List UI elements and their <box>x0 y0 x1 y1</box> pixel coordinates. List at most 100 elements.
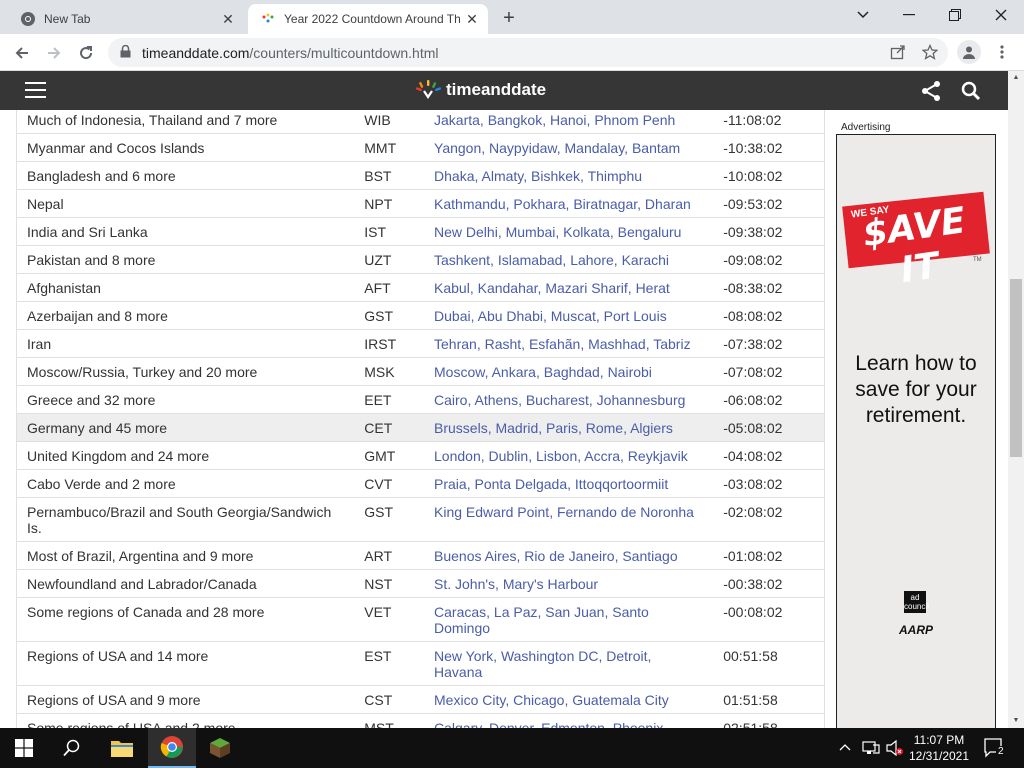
url-domain: timeanddate.com <box>142 44 250 61</box>
notification-center-icon[interactable]: 2 <box>984 738 1006 761</box>
tab-search-icon[interactable] <box>840 0 886 30</box>
cities-link-cell[interactable]: Kabul, Kandahar, Mazari Sharif, Herat <box>424 273 714 302</box>
countdown-cell: -08:08:02 <box>713 301 825 330</box>
table-row: Pernambuco/Brazil and South Georgia/Sand… <box>16 497 825 542</box>
cities-link-cell[interactable]: St. John's, Mary's Harbour <box>424 569 714 598</box>
cities-link-cell[interactable]: Jakarta, Bangkok, Hanoi, Phnom Penh <box>424 110 714 134</box>
timezone-abbr-cell[interactable]: MSK <box>354 357 425 386</box>
countdown-cell: -10:08:02 <box>713 161 825 190</box>
close-tab-icon[interactable]: ✕ <box>462 9 482 29</box>
timezone-abbr-cell[interactable]: NST <box>354 569 425 598</box>
cities-link-cell[interactable]: Caracas, La Paz, San Juan, Santo Domingo <box>424 597 714 642</box>
timezone-abbr-cell[interactable]: IST <box>354 217 425 246</box>
file-explorer-icon[interactable] <box>98 728 146 768</box>
aarp-logo: AARP <box>898 623 933 637</box>
table-row: Pakistan and 8 more UZT Tashkent, Islamaba… <box>16 245 825 274</box>
table-row: Some regions of Canada and 28 more VET Car… <box>16 597 825 642</box>
timezone-abbr-cell[interactable]: MST <box>354 713 425 728</box>
address-bar[interactable]: timeanddate.com/counters/multicountdown.… <box>108 38 948 67</box>
page-content: Much of Indonesia, Thailand and 7 more WI… <box>0 110 1008 728</box>
back-button[interactable] <box>8 39 36 67</box>
cities-link-cell[interactable]: Tashkent, Islamabad, Lahore, Karachi <box>424 245 714 274</box>
browser-toolbar: timeanddate.com/counters/multicountdown.… <box>0 34 1024 71</box>
windows-start-icon[interactable] <box>0 728 48 768</box>
taskbar-clock[interactable]: 11:07 PM 12/31/2021 <box>908 732 970 764</box>
scroll-down-icon[interactable]: ▼ <box>1008 714 1024 728</box>
cities-link-cell[interactable]: Tehran, Rasht, Esfahãn, Mashhad, Tabriz <box>424 329 714 358</box>
table-row: Moscow/Russia, Turkey and 20 more MSK Mosc… <box>16 357 825 386</box>
minimize-button[interactable] <box>886 0 932 30</box>
timezone-abbr-cell[interactable]: NPT <box>354 189 425 218</box>
share-icon[interactable] <box>919 79 943 103</box>
cities-link-cell[interactable]: Buenos Aires, Rio de Janeiro, Santiago <box>424 541 714 570</box>
cities-link-cell[interactable]: Brussels, Madrid, Paris, Rome, Algiers <box>424 413 714 442</box>
countdown-cell: -09:53:02 <box>713 189 825 218</box>
chrome-icon <box>20 11 36 27</box>
close-tab-icon[interactable]: ✕ <box>218 9 238 29</box>
countdown-cell: -05:08:02 <box>713 413 825 442</box>
timezone-abbr-cell[interactable]: GST <box>354 497 425 542</box>
cities-link-cell[interactable]: London, Dublin, Lisbon, Accra, Reykjavik <box>424 441 714 470</box>
cities-link-cell[interactable]: Cairo, Athens, Bucharest, Johannesburg <box>424 385 714 414</box>
scroll-up-icon[interactable]: ▲ <box>1008 71 1024 85</box>
search-icon[interactable] <box>48 728 96 768</box>
volume-muted-icon[interactable] <box>886 739 904 759</box>
chrome-taskbar-icon[interactable] <box>148 728 196 768</box>
timezone-abbr-cell[interactable]: CET <box>354 413 425 442</box>
minecraft-icon[interactable] <box>196 728 244 768</box>
cities-link-cell[interactable]: Calgary, Denver, Edmonton, Phoenix <box>424 713 714 728</box>
timezone-abbr-cell[interactable]: VET <box>354 597 425 642</box>
table-row: Bangladesh and 6 more BST Dhaka, Almaty, B… <box>16 161 825 190</box>
profile-avatar-icon[interactable] <box>957 40 981 64</box>
timezone-abbr-cell[interactable]: GST <box>354 301 425 330</box>
timezone-abbr-cell[interactable]: AFT <box>354 273 425 302</box>
hamburger-menu-icon[interactable] <box>25 82 46 98</box>
timezone-abbr-cell[interactable]: CST <box>354 685 425 714</box>
timezone-abbr-cell[interactable]: BST <box>354 161 425 190</box>
countdown-cell: 01:51:58 <box>713 685 825 714</box>
timezone-abbr-cell[interactable]: MMT <box>354 133 425 162</box>
region-cell: Myanmar and Cocos Islands <box>16 133 355 162</box>
cities-link-cell[interactable]: Moscow, Ankara, Baghdad, Nairobi <box>424 357 714 386</box>
page-scrollbar[interactable]: ▲ ▼ <box>1008 71 1024 728</box>
cities-link-cell[interactable]: King Edward Point, Fernando de Noronha <box>424 497 714 542</box>
timezone-abbr-cell[interactable]: CVT <box>354 469 425 498</box>
timezone-abbr-cell[interactable]: EET <box>354 385 425 414</box>
cities-link-cell[interactable]: Dhaka, Almaty, Bishkek, Thimphu <box>424 161 714 190</box>
timezone-abbr-cell[interactable]: UZT <box>354 245 425 274</box>
clock-time: 11:07 PM <box>913 733 965 747</box>
forward-button[interactable] <box>40 39 68 67</box>
timezone-abbr-cell[interactable]: WIB <box>354 110 425 134</box>
notification-count: 2 <box>996 746 1006 757</box>
tab-countdown[interactable]: Year 2022 Countdown Around Th ✕ <box>248 4 488 34</box>
share-icon[interactable] <box>886 40 910 64</box>
countdown-cell: -09:08:02 <box>713 245 825 274</box>
cities-link-cell[interactable]: New Delhi, Mumbai, Kolkata, Bengaluru <box>424 217 714 246</box>
cities-link-cell[interactable]: New York, Washington DC, Detroit, Havana <box>424 641 714 686</box>
cities-link-cell[interactable]: Yangon, Naypyidaw, Mandalay, Bantam <box>424 133 714 162</box>
search-icon[interactable] <box>959 79 983 103</box>
cities-link-cell[interactable]: Dubai, Abu Dhabi, Muscat, Port Louis <box>424 301 714 330</box>
cities-link-cell[interactable]: Praia, Ponta Delgada, Ittoqqortoormiit <box>424 469 714 498</box>
timezone-abbr-cell[interactable]: ART <box>354 541 425 570</box>
new-tab-button[interactable]: + <box>497 6 521 30</box>
bookmark-star-icon[interactable] <box>918 40 942 64</box>
table-row: Much of Indonesia, Thailand and 7 more WI… <box>16 110 825 134</box>
cities-link-cell[interactable]: Kathmandu, Pokhara, Biratnagar, Dharan <box>424 189 714 218</box>
cities-link-cell[interactable]: Mexico City, Chicago, Guatemala City <box>424 685 714 714</box>
close-window-button[interactable] <box>978 0 1024 30</box>
ad-trademark: TM <box>973 257 982 263</box>
restore-button[interactable] <box>932 0 978 30</box>
timezone-abbr-cell[interactable]: EST <box>354 641 425 686</box>
reload-button[interactable] <box>72 39 100 67</box>
menu-kebab-icon[interactable] <box>990 40 1014 64</box>
timezone-abbr-cell[interactable]: GMT <box>354 441 425 470</box>
show-hidden-icons-icon[interactable] <box>839 740 851 754</box>
region-cell: United Kingdom and 24 more <box>16 441 355 470</box>
scrollbar-thumb[interactable] <box>1010 279 1022 457</box>
ad-banner[interactable]: WE SAY $AVE IT TM Learn how to save for … <box>836 134 996 728</box>
network-icon[interactable] <box>862 740 880 759</box>
timezone-abbr-cell[interactable]: IRST <box>354 329 425 358</box>
site-logo[interactable]: timeanddate <box>414 80 546 100</box>
tab-new-tab[interactable]: New Tab ✕ <box>8 4 244 34</box>
